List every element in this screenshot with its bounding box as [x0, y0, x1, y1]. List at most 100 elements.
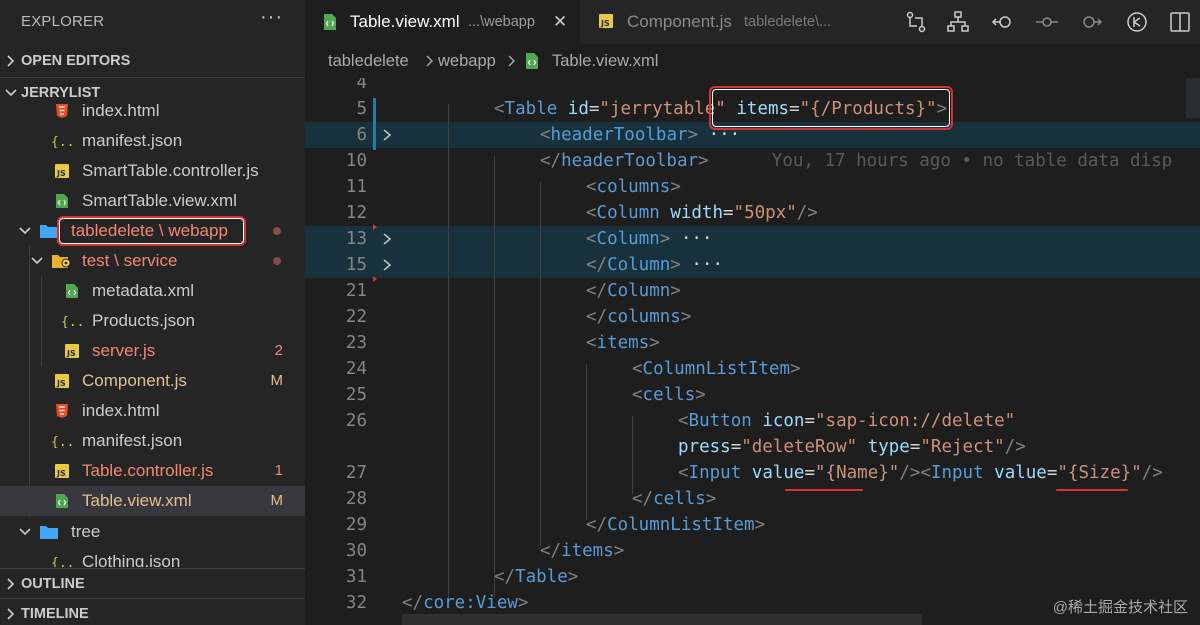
folder-icon — [40, 526, 58, 539]
editor-tab-bar: Table.view.xml ...\webapp ✕ JS Component… — [305, 0, 1200, 44]
code-line[interactable]: 31 </Table> — [305, 564, 1200, 590]
minimap-slider[interactable] — [1186, 78, 1200, 118]
code-line[interactable]: 15 </Column> ··· — [305, 252, 1200, 278]
fold-chevron-icon[interactable] — [381, 258, 393, 272]
breadcrumb: tabledelete webapp Table.view.xml — [305, 44, 1200, 78]
fold-chevron-icon[interactable] — [381, 128, 393, 142]
tree-folder-test-service[interactable]: test \ service — [0, 246, 305, 276]
svg-text:{..}: {..} — [61, 315, 83, 328]
code-text: <columns> — [586, 177, 681, 197]
tab-table-view-xml[interactable]: Table.view.xml ...\webapp ✕ — [305, 0, 580, 44]
gitlens-icon[interactable] — [1125, 10, 1149, 34]
chevron-down-icon — [19, 528, 31, 536]
code-line[interactable]: 10 </headerToolbar> You, 17 hours ago • n… — [305, 148, 1200, 174]
line-number: 26 — [345, 411, 367, 431]
code-line[interactable]: 24 <ColumnListItem> — [305, 356, 1200, 382]
breadcrumb-item[interactable]: webapp — [438, 44, 496, 78]
code-text: <Column width="50px"/> — [586, 203, 818, 223]
chevron-right-icon — [426, 55, 433, 67]
code-line[interactable]: 23 <items> — [305, 330, 1200, 356]
tree-item-products-json[interactable]: {..} Products.json — [0, 306, 305, 336]
tree-folder-tree[interactable]: tree — [0, 517, 305, 547]
section-open-editors[interactable]: OPEN EDITORS — [0, 46, 305, 76]
fold-chevron-icon[interactable] — [381, 232, 393, 246]
outline-tree-icon[interactable] — [947, 10, 969, 34]
tree-item-component-js[interactable]: JS Component.js M — [0, 366, 305, 396]
go-forward-icon[interactable] — [1079, 10, 1103, 34]
chevron-down-icon — [31, 257, 43, 265]
xml-icon — [66, 284, 78, 298]
line-number: 21 — [345, 281, 367, 301]
code-line[interactable]: 22 </columns> — [305, 304, 1200, 330]
horizontal-scrollbar[interactable] — [402, 614, 922, 625]
more-actions-icon[interactable]: ··· — [260, 6, 283, 29]
tree-item-manifest-json[interactable]: {..} manifest.json — [0, 426, 305, 456]
tree-item-metadata-xml[interactable]: metadata.xml — [0, 276, 305, 306]
code-line[interactable]: press="deleteRow" type="Reject"/> — [305, 434, 1200, 460]
error-count-badge: 2 — [274, 342, 283, 359]
tree-item-clothing-json[interactable]: {..} Clothing.json — [0, 547, 305, 567]
compare-changes-icon[interactable] — [905, 10, 927, 34]
code-text: <Input value="{Name}"/><Input value="{Si… — [678, 463, 1163, 483]
tree-item-index-html[interactable]: index.html — [0, 396, 305, 426]
highlight-underline — [785, 489, 863, 491]
commit-icon[interactable] — [1035, 10, 1059, 34]
code-line[interactable]: 27 <Input value="{Name}"/><Input value="{… — [305, 460, 1200, 486]
code-editor[interactable]: 4 5 <Table id="jerrytable" items="{/Produc… — [305, 78, 1200, 625]
breadcrumb-item[interactable]: Table.view.xml — [552, 44, 658, 78]
section-label: OPEN EDITORS — [21, 53, 131, 69]
xml-icon — [56, 494, 68, 508]
js-icon: JS — [65, 344, 79, 358]
modified-badge: M — [270, 492, 284, 509]
tree-item-table-controller-js[interactable]: JS Table.controller.js 1 — [0, 456, 305, 486]
go-back-icon[interactable] — [991, 10, 1015, 34]
tree-item-manifest-json[interactable]: {..} manifest.json — [0, 126, 305, 156]
svg-text:{..}: {..} — [51, 435, 73, 448]
code-line[interactable]: 21 </Column> — [305, 278, 1200, 304]
watermark: @稀土掘金技术社区 — [1052, 599, 1188, 616]
code-text: press="deleteRow" type="Reject"/> — [678, 437, 1026, 457]
split-editor-icon[interactable] — [1169, 10, 1191, 34]
section-outline[interactable]: OUTLINE — [0, 568, 305, 598]
code-text: </headerToolbar> You, 17 hours ago • no … — [540, 151, 1173, 171]
xml-icon — [56, 194, 68, 208]
chevron-right-icon — [508, 55, 515, 67]
line-number: 31 — [345, 567, 367, 587]
code-line[interactable]: 13 <Column> ··· — [305, 226, 1200, 252]
tree-item-server-js[interactable]: JS server.js 2 — [0, 336, 305, 366]
svg-text:JS: JS — [66, 349, 76, 358]
line-number: 28 — [345, 489, 367, 509]
line-number: 5 — [356, 99, 367, 119]
tree-item-table-view-xml[interactable]: Table.view.xml M — [0, 486, 305, 516]
breadcrumb-item[interactable]: tabledelete — [328, 44, 409, 78]
highlight-underline — [1056, 489, 1128, 491]
line-number: 25 — [345, 385, 367, 405]
explorer-title: EXPLORER — [21, 13, 105, 30]
section-timeline[interactable]: TIMELINE — [0, 598, 305, 625]
json-icon: {..} — [61, 315, 83, 328]
code-text: </Column> ··· — [586, 255, 723, 275]
svg-text:JS: JS — [56, 379, 66, 388]
json-icon: {..} — [51, 135, 73, 148]
tree-item-smarttable-controller-js[interactable]: JS SmartTable.controller.js — [0, 156, 305, 186]
code-line[interactable]: 11 <columns> — [305, 174, 1200, 200]
tree-item-index-html[interactable]: index.html — [0, 99, 305, 126]
code-line[interactable]: 25 <cells> — [305, 382, 1200, 408]
close-tab-icon[interactable]: ✕ — [553, 0, 567, 44]
svg-text:{..}: {..} — [51, 556, 73, 567]
code-line[interactable]: 26 <Button icon="sap-icon://delete" — [305, 408, 1200, 434]
line-number: 23 — [345, 333, 367, 353]
modified-badge: M — [270, 372, 284, 389]
code-line[interactable]: 29 </ColumnListItem> — [305, 512, 1200, 538]
tab-component-js[interactable]: JS Component.js tabledelete\... — [581, 0, 871, 44]
js-icon: JS — [55, 164, 69, 178]
code-text: <ColumnListItem> — [632, 359, 801, 379]
tree-item-smarttable-view-xml[interactable]: SmartTable.view.xml — [0, 186, 305, 216]
line-number: 11 — [345, 177, 367, 197]
code-line[interactable]: 12 <Column width="50px"/> — [305, 200, 1200, 226]
code-line[interactable]: 30 </items> — [305, 538, 1200, 564]
line-number: 4 — [356, 78, 367, 93]
line-number: 22 — [345, 307, 367, 327]
code-text: </core:View> — [402, 593, 529, 613]
line-number: 15 — [345, 255, 367, 275]
